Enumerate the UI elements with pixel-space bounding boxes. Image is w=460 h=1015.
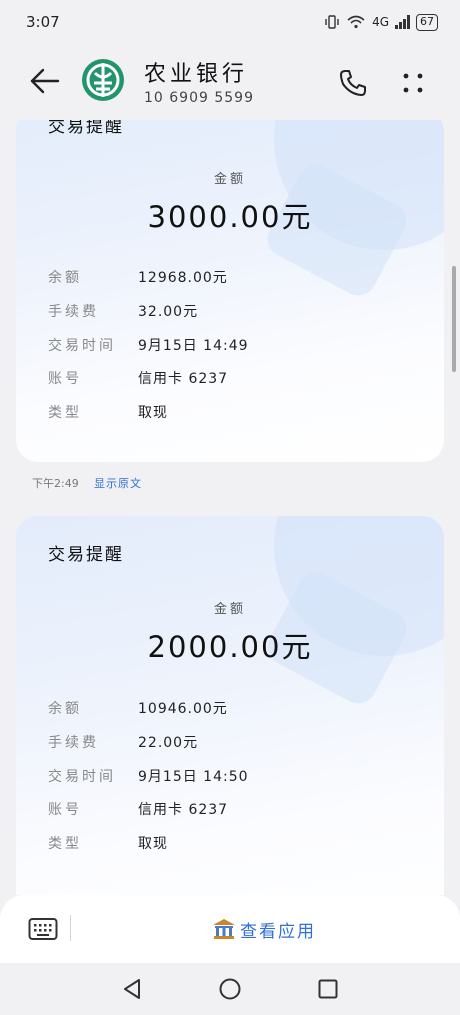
conversation-header: 农业银行 10 6909 5599 bbox=[0, 44, 460, 120]
balance-value: 10946.00元 bbox=[138, 701, 228, 717]
card-title: 交易提醒 bbox=[48, 120, 124, 137]
bank-building-icon bbox=[213, 919, 235, 939]
message-time: 下午2:49 bbox=[32, 477, 79, 490]
fee-label: 手续费 bbox=[48, 735, 99, 751]
contact-name: 农业银行 bbox=[144, 62, 249, 87]
view-app-button[interactable]: 查看应用 bbox=[212, 915, 316, 943]
status-bar: 3:07 4G 67 bbox=[0, 0, 460, 44]
square-recent-icon[interactable] bbox=[316, 977, 340, 1001]
balance-label: 余额 bbox=[48, 701, 82, 717]
transaction-card[interactable]: 交易提醒 金额 3000.00元 余额 12968.00元 手续费 32.00元… bbox=[16, 120, 444, 462]
fee-label: 手续费 bbox=[48, 304, 99, 320]
triangle-back-icon[interactable] bbox=[120, 977, 144, 1001]
fee-value: 22.00元 bbox=[138, 735, 199, 751]
transaction-card[interactable]: 交易提醒 金额 2000.00元 余额 10946.00元 手续费 22.00元… bbox=[16, 516, 444, 895]
account-label: 账号 bbox=[48, 371, 82, 387]
show-original-link[interactable]: 显示原文 bbox=[94, 475, 142, 491]
amount-value: 2000.00元 bbox=[147, 630, 313, 664]
time-label: 交易时间 bbox=[48, 338, 116, 354]
account-label: 账号 bbox=[48, 802, 82, 818]
time-value: 9月15日 14:49 bbox=[138, 338, 249, 354]
amount-label: 金额 bbox=[213, 172, 246, 187]
arrow-left-icon[interactable] bbox=[28, 66, 62, 96]
type-label: 类型 bbox=[48, 836, 82, 852]
account-value: 信用卡 6237 bbox=[138, 802, 229, 818]
keyboard-icon[interactable] bbox=[28, 917, 58, 941]
balance-label: 余额 bbox=[48, 270, 82, 286]
system-nav-bar bbox=[0, 963, 460, 1015]
network-type: 4G bbox=[372, 15, 389, 29]
type-label: 类型 bbox=[48, 405, 82, 421]
abc-logo-icon bbox=[86, 63, 120, 97]
type-value: 取现 bbox=[138, 836, 168, 852]
type-value: 取现 bbox=[138, 405, 168, 421]
amount-label: 金额 bbox=[213, 602, 246, 617]
amount-value: 3000.00元 bbox=[147, 200, 313, 234]
fee-value: 32.00元 bbox=[138, 304, 199, 320]
battery-level: 67 bbox=[416, 13, 438, 31]
balance-value: 12968.00元 bbox=[138, 270, 228, 286]
divider bbox=[70, 915, 71, 941]
time-value: 9月15日 14:50 bbox=[138, 769, 249, 785]
more-dots-icon[interactable] bbox=[398, 68, 428, 98]
scrollbar[interactable] bbox=[452, 266, 456, 372]
signal-icon bbox=[395, 15, 410, 29]
contact-number: 10 6909 5599 bbox=[144, 90, 254, 106]
wifi-icon bbox=[347, 15, 365, 29]
account-value: 信用卡 6237 bbox=[138, 371, 229, 387]
view-app-label: 查看应用 bbox=[240, 921, 316, 942]
vibrate-icon bbox=[325, 15, 339, 29]
phone-icon[interactable] bbox=[338, 68, 368, 98]
status-time: 3:07 bbox=[26, 13, 60, 31]
card-title: 交易提醒 bbox=[48, 545, 124, 565]
status-icons: 4G 67 bbox=[324, 13, 438, 31]
time-label: 交易时间 bbox=[48, 769, 116, 785]
bank-logo[interactable] bbox=[82, 59, 124, 101]
circle-home-icon[interactable] bbox=[218, 977, 242, 1001]
message-list[interactable]: 交易提醒 金额 3000.00元 余额 12968.00元 手续费 32.00元… bbox=[0, 120, 460, 895]
bottom-action-bar: 查看应用 bbox=[0, 895, 460, 963]
